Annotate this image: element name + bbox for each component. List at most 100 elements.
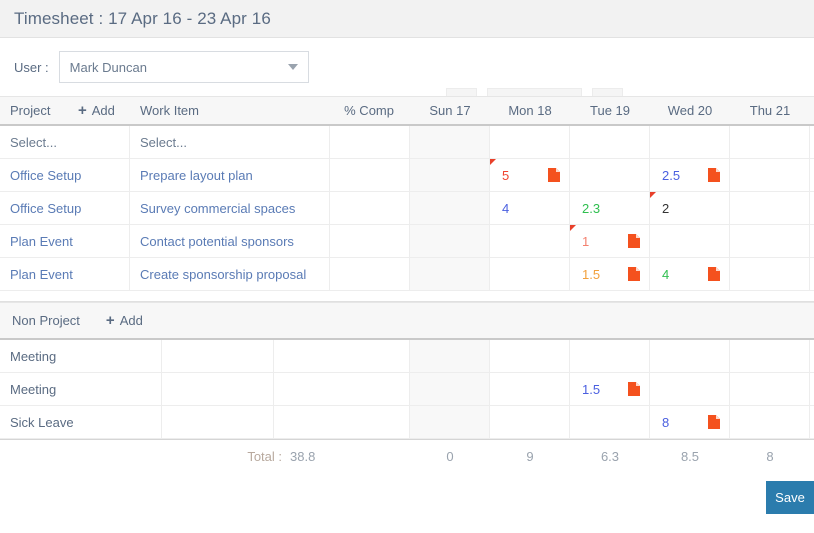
new-entry-percent-cell[interactable] <box>330 126 410 158</box>
new-entry-project-placeholder: Select... <box>10 134 57 150</box>
save-button[interactable]: Save <box>766 481 814 514</box>
row-work-item-cell[interactable]: Prepare layout plan <box>130 159 330 191</box>
totals-day-2: 6.3 <box>600 449 620 464</box>
table-row[interactable]: Office Setup Survey commercial spaces 4 2.3… <box>0 192 814 225</box>
note-document-icon[interactable] <box>708 168 720 182</box>
hours-cell-day-1[interactable] <box>490 258 570 290</box>
list-item[interactable]: Meeting 1.5 <box>0 373 814 406</box>
totals-label: Total : <box>247 449 282 464</box>
list-item[interactable]: Meeting <box>0 340 814 373</box>
hours-cell-day-3[interactable]: 2.5 <box>650 159 730 191</box>
non-project-hours-cell-day-4[interactable] <box>730 406 810 438</box>
non-project-blank-cell-a[interactable] <box>162 406 274 438</box>
non-project-hours-cell-day-4[interactable] <box>730 373 810 405</box>
new-entry-day-cell-2[interactable] <box>570 126 650 158</box>
row-project-cell[interactable]: Plan Event <box>0 258 130 290</box>
hours-cell-day-4[interactable] <box>730 258 810 290</box>
new-entry-work-item-select[interactable]: Select... <box>130 126 330 158</box>
row-work-item-cell[interactable]: Survey commercial spaces <box>130 192 330 224</box>
table-row[interactable]: Plan Event Create sponsorship proposal 1.5… <box>0 258 814 291</box>
hours-cell-day-1[interactable] <box>490 225 570 257</box>
non-project-name-cell[interactable]: Meeting <box>0 373 162 405</box>
row-percent-cell[interactable] <box>330 258 410 290</box>
row-project-cell[interactable]: Office Setup <box>0 159 130 191</box>
non-project-hours-cell-day-0[interactable] <box>410 406 490 438</box>
hours-value: 2 <box>662 200 670 216</box>
new-entry-project-select[interactable]: Select... <box>0 126 130 158</box>
non-project-hours-cell-day-2[interactable] <box>570 340 650 372</box>
hours-cell-day-3[interactable]: 4 <box>650 258 730 290</box>
hours-cell-day-0[interactable] <box>410 258 490 290</box>
hours-cell-day-5[interactable] <box>810 225 814 257</box>
hours-value: 5 <box>502 167 510 183</box>
non-project-blank-cell-b[interactable] <box>274 340 410 372</box>
row-percent-cell[interactable] <box>330 225 410 257</box>
note-document-icon[interactable] <box>548 168 560 182</box>
hours-cell-day-2[interactable]: 1.5 <box>570 258 650 290</box>
non-project-hours-cell-day-2[interactable]: 1.5 <box>570 373 650 405</box>
hours-cell-day-1[interactable]: 4 <box>490 192 570 224</box>
new-entry-day-cell-1[interactable] <box>490 126 570 158</box>
non-project-blank-cell-b[interactable] <box>274 373 410 405</box>
list-item[interactable]: Sick Leave 8 <box>0 406 814 439</box>
hours-cell-day-1[interactable]: 5 <box>490 159 570 191</box>
column-header-day-4: Thu 21 <box>749 103 791 118</box>
timesheet-grid: Project + Add Work Item % Comp Sun 17 Mo… <box>0 96 814 521</box>
non-project-hours-cell-day-1[interactable] <box>490 373 570 405</box>
hours-cell-day-0[interactable] <box>410 159 490 191</box>
user-select[interactable]: Mark Duncan <box>58 51 309 83</box>
add-non-project-button[interactable]: + Add <box>106 313 143 328</box>
non-project-hours-cell-day-0[interactable] <box>410 373 490 405</box>
hours-cell-day-4[interactable] <box>730 159 810 191</box>
non-project-hours-cell-day-1[interactable] <box>490 340 570 372</box>
note-document-icon[interactable] <box>628 234 640 248</box>
non-project-hours-cell-day-1[interactable] <box>490 406 570 438</box>
column-header-day-0: Sun 17 <box>429 103 471 118</box>
hours-cell-day-2[interactable] <box>570 159 650 191</box>
hours-cell-day-3[interactable]: 2 <box>650 192 730 224</box>
hours-cell-day-0[interactable] <box>410 225 490 257</box>
table-row[interactable]: Office Setup Prepare layout plan 5 2.5 <box>0 159 814 192</box>
hours-cell-day-4[interactable] <box>730 225 810 257</box>
note-document-icon[interactable] <box>708 415 720 429</box>
add-project-link[interactable]: + Add <box>78 103 115 118</box>
new-entry-day-cell-3[interactable] <box>650 126 730 158</box>
new-entry-day-cell-4[interactable] <box>730 126 810 158</box>
column-header-day-2: Tue 19 <box>590 103 630 118</box>
table-row[interactable]: Plan Event Contact potential sponsors 1 <box>0 225 814 258</box>
hours-value: 2.3 <box>582 200 601 216</box>
hours-cell-day-0[interactable] <box>410 192 490 224</box>
non-project-hours-cell-day-3[interactable] <box>650 373 730 405</box>
add-project-label: Add <box>91 103 115 118</box>
new-entry-day-cell-0[interactable] <box>410 126 490 158</box>
row-work-item-cell[interactable]: Create sponsorship proposal <box>130 258 330 290</box>
note-document-icon[interactable] <box>628 382 640 396</box>
add-project-button[interactable]: + Add <box>78 103 130 118</box>
non-project-hours-cell-day-2[interactable] <box>570 406 650 438</box>
non-project-hours-cell-day-0[interactable] <box>410 340 490 372</box>
note-document-icon[interactable] <box>708 267 720 281</box>
totals-day-1: 9 <box>526 449 534 464</box>
row-percent-cell[interactable] <box>330 192 410 224</box>
row-percent-cell[interactable] <box>330 159 410 191</box>
non-project-name-cell[interactable]: Meeting <box>0 340 162 372</box>
non-project-name-cell[interactable]: Sick Leave <box>0 406 162 438</box>
hours-cell-day-4[interactable] <box>730 192 810 224</box>
hours-cell-day-2[interactable]: 2.3 <box>570 192 650 224</box>
hours-value: 2.5 <box>662 167 681 183</box>
non-project-hours-cell-day-3[interactable] <box>650 340 730 372</box>
hours-cell-day-3[interactable] <box>650 225 730 257</box>
non-project-blank-cell-a[interactable] <box>162 373 274 405</box>
non-project-header: Non Project + Add <box>0 302 814 340</box>
row-work-item-cell[interactable]: Contact potential sponsors <box>130 225 330 257</box>
non-project-blank-cell-b[interactable] <box>274 406 410 438</box>
totals-day-3: 8.5 <box>680 449 700 464</box>
new-entry-row[interactable]: Select... Select... <box>0 126 814 159</box>
non-project-hours-cell-day-3[interactable]: 8 <box>650 406 730 438</box>
hours-cell-day-2[interactable]: 1 <box>570 225 650 257</box>
row-project-cell[interactable]: Plan Event <box>0 225 130 257</box>
non-project-hours-cell-day-4[interactable] <box>730 340 810 372</box>
row-project-cell[interactable]: Office Setup <box>0 192 130 224</box>
note-document-icon[interactable] <box>628 267 640 281</box>
non-project-blank-cell-a[interactable] <box>162 340 274 372</box>
